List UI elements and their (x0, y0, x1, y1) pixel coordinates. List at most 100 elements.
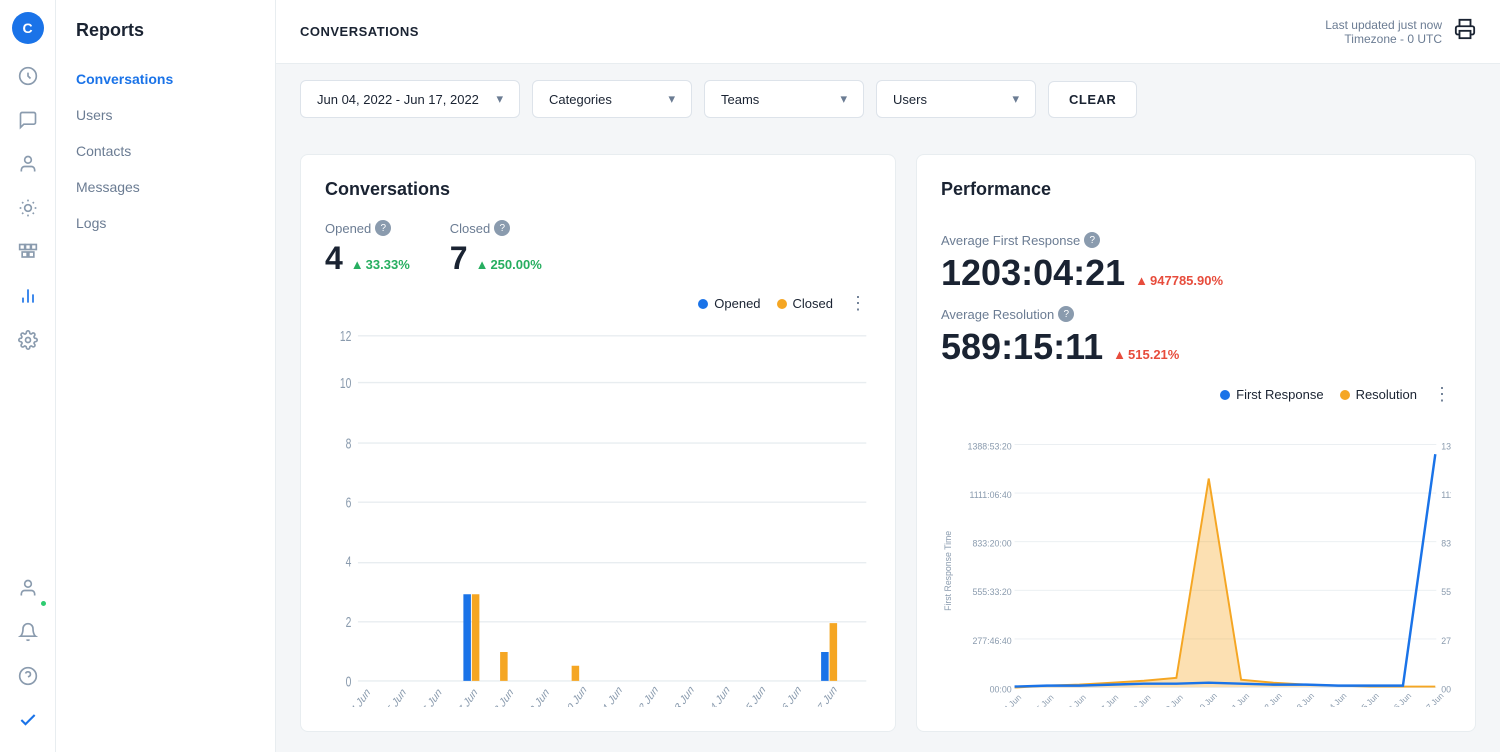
svg-text:12: 12 (340, 327, 352, 345)
svg-text:Resolution Time: Resolution Time (1449, 540, 1451, 603)
closed-label: Closed ? (450, 220, 542, 236)
users-value: Users (893, 92, 927, 107)
conversations-chart-header: Opened Closed ⋮ (325, 293, 871, 314)
first-response-change: ▲ 947785.90% (1135, 273, 1223, 288)
users-arrow-icon: ▾ (1012, 91, 1019, 107)
opened-label: Opened ? (325, 220, 410, 236)
categories-value: Categories (549, 92, 612, 107)
legend-resolution: Resolution (1340, 387, 1417, 402)
svg-text:00:00: 00:00 (990, 684, 1012, 694)
date-range-filter[interactable]: Jun 04, 2022 - Jun 17, 2022 ▾ (300, 80, 520, 118)
svg-text:16 Jun: 16 Jun (1388, 690, 1413, 707)
topbar: CONVERSATIONS Last updated just now Time… (276, 0, 1500, 64)
clear-button[interactable]: CLEAR (1048, 81, 1137, 118)
performance-card-title: Performance (941, 179, 1451, 200)
svg-text:17 Jun: 17 Jun (813, 683, 839, 707)
opened-help-icon[interactable]: ? (375, 220, 391, 236)
nav-checkmark-icon[interactable] (8, 700, 48, 740)
svg-text:First Response Time: First Response Time (943, 531, 953, 611)
nav-notifications-icon[interactable] (8, 612, 48, 652)
sidebar-item-conversations[interactable]: Conversations (56, 61, 275, 97)
svg-text:6: 6 (346, 494, 352, 512)
svg-text:10 Jun: 10 Jun (1194, 690, 1219, 707)
categories-filter[interactable]: Categories ▾ (532, 80, 692, 118)
nav-help-icon[interactable] (8, 656, 48, 696)
svg-text:00:00: 00:00 (1441, 684, 1451, 694)
opened-stat: Opened ? 4 ▲ 33.33% (325, 220, 410, 277)
date-range-arrow-icon: ▾ (496, 91, 503, 107)
update-info: Last updated just now Timezone - 0 UTC (1325, 18, 1442, 46)
resolution-value: 589:15:11 ▲ 515.21% (941, 326, 1451, 368)
first-response-help-icon[interactable]: ? (1084, 232, 1100, 248)
legend-first-response-dot (1220, 390, 1230, 400)
svg-text:4 Jun: 4 Jun (350, 686, 372, 707)
nav-listen-icon[interactable] (8, 188, 48, 228)
performance-chart-more-icon[interactable]: ⋮ (1433, 384, 1451, 405)
svg-text:15 Jun: 15 Jun (742, 683, 768, 707)
svg-text:0: 0 (346, 672, 352, 690)
svg-text:10: 10 (340, 374, 352, 392)
performance-card: Performance Average First Response ? 120… (916, 154, 1476, 732)
page-title: CONVERSATIONS (300, 24, 419, 39)
conversations-card-title: Conversations (325, 179, 871, 200)
resolution-change: ▲ 515.21% (1113, 347, 1179, 362)
closed-help-icon[interactable]: ? (494, 220, 510, 236)
performance-line-chart: 00:00 277:46:40 555:33:20 833:20:00 1111… (941, 425, 1451, 707)
sidebar-item-contacts[interactable]: Contacts (56, 133, 275, 169)
nav-contacts-icon[interactable] (8, 144, 48, 184)
svg-text:555:33:20: 555:33:20 (972, 587, 1011, 597)
svg-text:8 Jun: 8 Jun (1131, 692, 1153, 707)
teams-value: Teams (721, 92, 759, 107)
svg-text:15 Jun: 15 Jun (1356, 690, 1381, 707)
print-icon[interactable] (1454, 18, 1476, 46)
timezone-text: Timezone - 0 UTC (1325, 32, 1442, 46)
first-response-value: 1203:04:21 ▲ 947785.90% (941, 252, 1451, 294)
conversations-card: Conversations Opened ? 4 ▲ 33.33% (300, 154, 896, 732)
closed-change: ▲ 250.00% (476, 257, 542, 272)
sidebar-item-logs[interactable]: Logs (56, 205, 275, 241)
users-filter[interactable]: Users ▾ (876, 80, 1036, 118)
nav-dashboard-icon[interactable] (8, 56, 48, 96)
resolution-help-icon[interactable]: ? (1058, 306, 1074, 322)
legend-closed: Closed (777, 296, 833, 311)
svg-text:11 Jun: 11 Jun (599, 683, 624, 707)
nav-settings-icon[interactable] (8, 320, 48, 360)
sidebar: Reports Conversations Users Contacts Mes… (56, 0, 276, 752)
svg-text:9 Jun: 9 Jun (1163, 692, 1185, 707)
user-avatar-icon[interactable] (8, 568, 48, 608)
nav-org-icon[interactable] (8, 232, 48, 272)
svg-text:7 Jun: 7 Jun (457, 686, 479, 707)
first-response-label: Average First Response ? (941, 232, 1451, 248)
teams-arrow-icon: ▾ (840, 91, 847, 107)
content-area: Conversations Opened ? 4 ▲ 33.33% (276, 134, 1500, 752)
svg-text:4: 4 (346, 553, 352, 571)
svg-text:9 Jun: 9 Jun (529, 686, 551, 707)
legend-opened-dot (698, 299, 708, 309)
sidebar-item-messages[interactable]: Messages (56, 169, 275, 205)
date-range-value: Jun 04, 2022 - Jun 17, 2022 (317, 92, 479, 107)
conversations-bar-chart: 0 2 4 6 8 10 12 (325, 322, 871, 707)
svg-text:5 Jun: 5 Jun (1034, 692, 1056, 707)
svg-text:833:20:00: 833:20:00 (972, 539, 1011, 549)
svg-text:6 Jun: 6 Jun (421, 686, 443, 707)
svg-text:13 Jun: 13 Jun (670, 683, 696, 707)
svg-text:12 Jun: 12 Jun (1259, 690, 1284, 707)
svg-text:1111:06:40: 1111:06:40 (1441, 490, 1451, 500)
svg-text:1388:53:20: 1388:53:20 (968, 441, 1012, 451)
svg-text:12 Jun: 12 Jun (634, 683, 660, 707)
nav-reports-icon[interactable] (8, 276, 48, 316)
conversations-chart-more-icon[interactable]: ⋮ (849, 293, 867, 314)
svg-text:16 Jun: 16 Jun (777, 683, 803, 707)
nav-chat-icon[interactable] (8, 100, 48, 140)
icon-rail: C (0, 0, 56, 752)
svg-text:5 Jun: 5 Jun (386, 686, 408, 707)
svg-text:277:46:40: 277:46:40 (1441, 636, 1451, 646)
topbar-right: Last updated just now Timezone - 0 UTC (1325, 18, 1476, 46)
svg-text:1111:06:40: 1111:06:40 (970, 490, 1012, 500)
svg-text:2: 2 (346, 613, 352, 631)
categories-arrow-icon: ▾ (668, 91, 675, 107)
avatar[interactable]: C (12, 12, 44, 44)
legend-first-response: First Response (1220, 387, 1323, 402)
sidebar-item-users[interactable]: Users (56, 97, 275, 133)
teams-filter[interactable]: Teams ▾ (704, 80, 864, 118)
